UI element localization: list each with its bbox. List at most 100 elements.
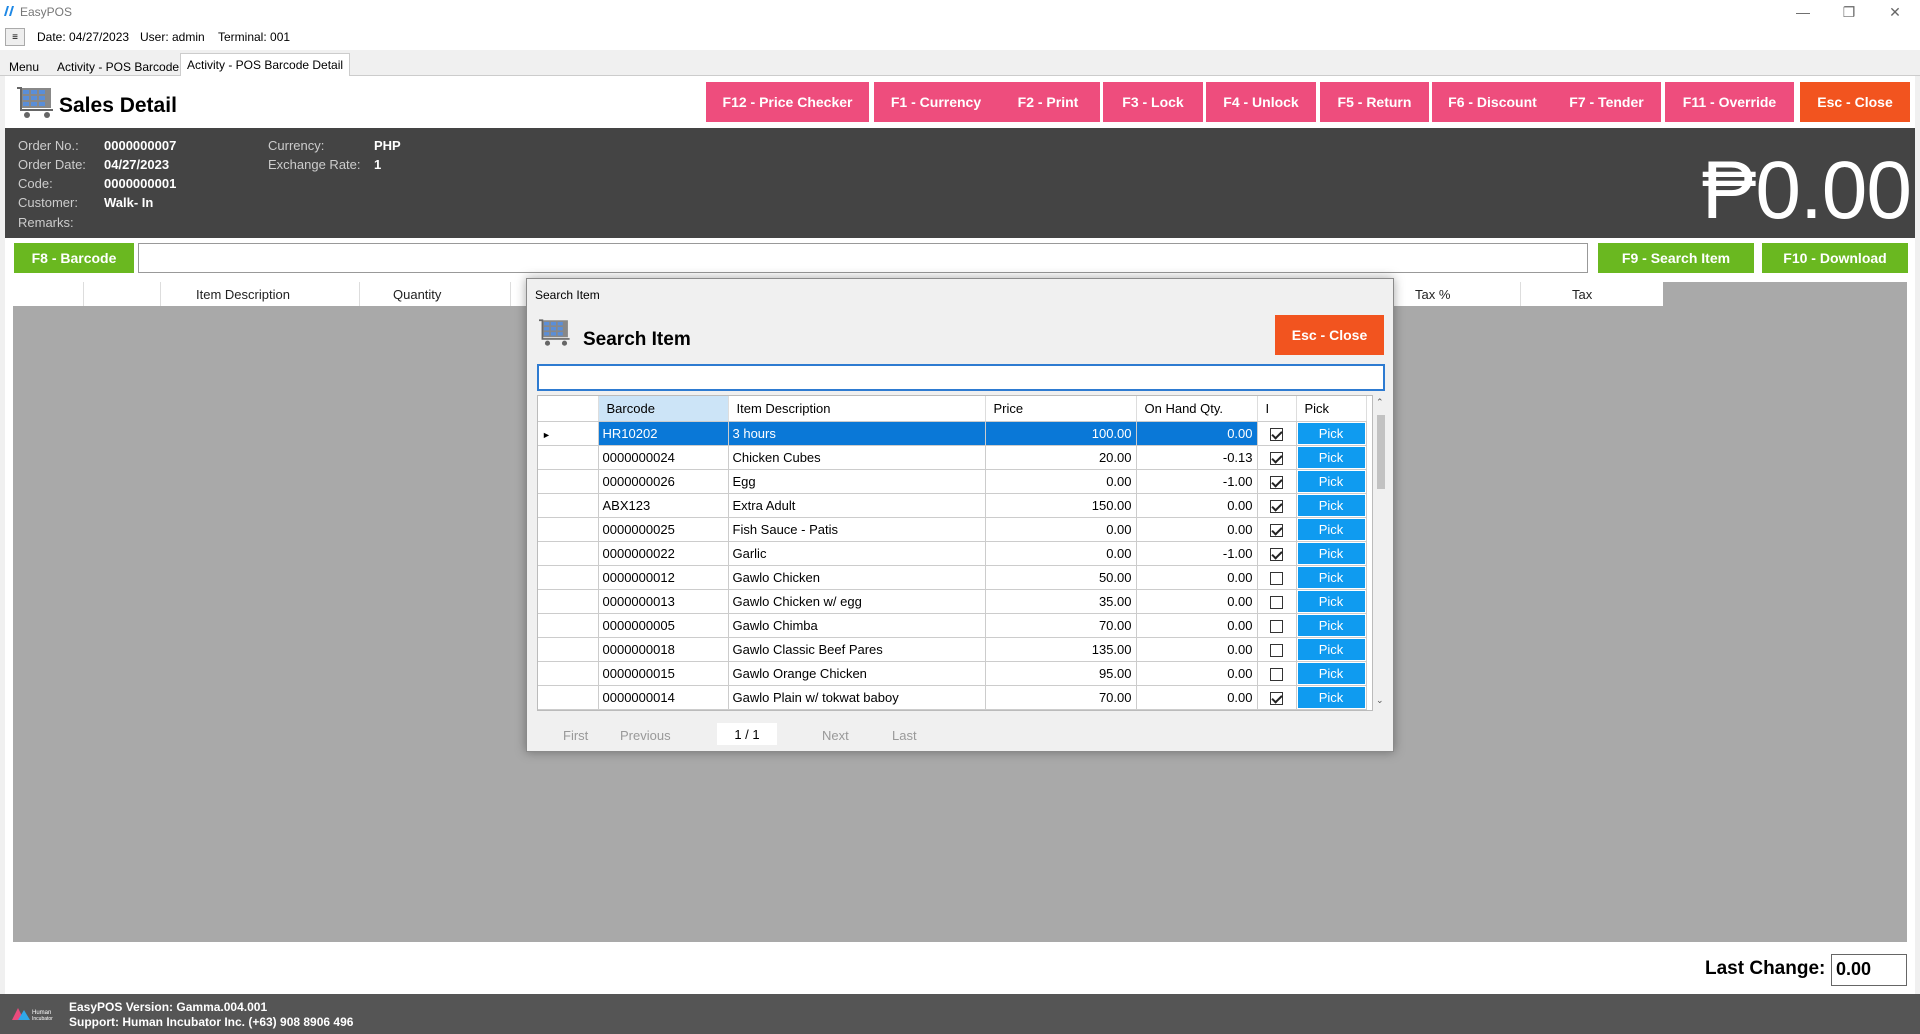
barcode-button[interactable]: F8 - Barcode bbox=[14, 243, 134, 273]
price-checker-button[interactable]: F12 - Price Checker bbox=[706, 82, 869, 122]
inventory-cell[interactable] bbox=[1257, 661, 1297, 686]
row-selector[interactable] bbox=[538, 565, 599, 590]
table-row[interactable]: 0000000018 Gawlo Classic Beef Pares 135.00… bbox=[538, 637, 1367, 662]
table-scrollbar[interactable]: ⌃ ⌄ bbox=[1375, 395, 1387, 711]
tender-button[interactable]: F7 - Tender bbox=[1552, 82, 1661, 122]
search-results-table[interactable]: Barcode Item Description Price On Hand Q… bbox=[537, 395, 1373, 711]
price-cell[interactable]: 0.00 bbox=[985, 517, 1137, 542]
row-selector[interactable] bbox=[538, 517, 599, 542]
row-selector[interactable] bbox=[538, 613, 599, 638]
pick-button[interactable]: Pick bbox=[1297, 686, 1365, 708]
row-selector[interactable] bbox=[538, 445, 599, 470]
inventory-checkbox[interactable] bbox=[1270, 595, 1283, 609]
description-cell[interactable]: Chicken Cubes bbox=[728, 445, 986, 470]
pick-button[interactable]: Pick bbox=[1297, 662, 1365, 684]
description-cell[interactable]: Gawlo Chicken w/ egg bbox=[728, 589, 986, 614]
col-barcode[interactable]: Barcode bbox=[598, 396, 729, 422]
qty-cell[interactable]: 0.00 bbox=[1136, 613, 1258, 638]
qty-cell[interactable]: 0.00 bbox=[1136, 565, 1258, 590]
pick-cell[interactable]: Pick bbox=[1296, 637, 1367, 662]
pick-button[interactable]: Pick bbox=[1297, 494, 1365, 516]
pager-previous[interactable]: Previous bbox=[620, 728, 671, 743]
barcode-input[interactable] bbox=[138, 243, 1588, 273]
table-row[interactable]: 0000000012 Gawlo Chicken 50.00 0.00 Pick bbox=[538, 565, 1367, 590]
barcode-cell[interactable]: 0000000018 bbox=[598, 637, 729, 662]
inventory-checkbox[interactable] bbox=[1270, 691, 1283, 705]
barcode-cell[interactable]: 0000000014 bbox=[598, 685, 729, 710]
price-cell[interactable]: 70.00 bbox=[985, 685, 1137, 710]
close-button[interactable]: Esc - Close bbox=[1800, 82, 1910, 122]
table-row[interactable]: 0000000014 Gawlo Plain w/ tokwat baboy 70.… bbox=[538, 685, 1367, 710]
tab-pos-barcode[interactable]: Activity - POS Barcode bbox=[50, 55, 186, 76]
pick-button[interactable]: Pick bbox=[1297, 542, 1365, 564]
table-row[interactable]: 0000000024 Chicken Cubes 20.00 -0.13 Pick bbox=[538, 445, 1367, 470]
inventory-checkbox[interactable] bbox=[1270, 427, 1283, 441]
col-on-hand-qty[interactable]: On Hand Qty. bbox=[1136, 396, 1258, 422]
pick-button[interactable]: Pick bbox=[1297, 422, 1365, 444]
inventory-cell[interactable] bbox=[1257, 541, 1297, 566]
barcode-cell[interactable]: 0000000024 bbox=[598, 445, 729, 470]
close-window-button[interactable]: ✕ bbox=[1872, 0, 1918, 24]
inventory-cell[interactable] bbox=[1257, 709, 1297, 710]
row-selector[interactable] bbox=[538, 493, 599, 518]
inventory-checkbox[interactable] bbox=[1270, 643, 1283, 657]
qty-cell[interactable]: -1.00 bbox=[1136, 541, 1258, 566]
table-row[interactable]: 0000000015 Gawlo Orange Chicken 95.00 0.00 P… bbox=[538, 661, 1367, 686]
row-selector[interactable] bbox=[538, 709, 599, 710]
qty-cell[interactable]: 0.00 bbox=[1136, 517, 1258, 542]
pick-button[interactable]: Pick bbox=[1297, 470, 1365, 492]
price-cell[interactable]: 95.00 bbox=[985, 661, 1137, 686]
scroll-thumb[interactable] bbox=[1377, 415, 1385, 489]
price-cell[interactable]: 50.00 bbox=[985, 565, 1137, 590]
price-cell[interactable]: 135.00 bbox=[985, 637, 1137, 662]
table-row[interactable]: 0000000013 Gawlo Chicken w/ egg 35.00 0.00 P… bbox=[538, 589, 1367, 614]
inventory-cell[interactable] bbox=[1257, 421, 1297, 446]
price-cell[interactable]: 70.00 bbox=[985, 613, 1137, 638]
inventory-checkbox[interactable] bbox=[1270, 499, 1283, 513]
price-cell[interactable]: 35.00 bbox=[985, 589, 1137, 614]
description-cell[interactable]: Gawlo Pork BBQ bbox=[728, 709, 986, 710]
search-item-button[interactable]: F9 - Search Item bbox=[1598, 243, 1754, 273]
barcode-cell[interactable]: ABX123 bbox=[598, 493, 729, 518]
qty-cell[interactable]: 0.00 bbox=[1136, 493, 1258, 518]
description-cell[interactable]: Gawlo Orange Chicken bbox=[728, 661, 986, 686]
barcode-cell[interactable]: 0000000012 bbox=[598, 565, 729, 590]
description-cell[interactable]: Gawlo Chicken bbox=[728, 565, 986, 590]
inventory-cell[interactable] bbox=[1257, 685, 1297, 710]
barcode-cell[interactable]: 0000000013 bbox=[598, 589, 729, 614]
override-button[interactable]: F11 - Override bbox=[1665, 82, 1794, 122]
inventory-checkbox[interactable] bbox=[1270, 451, 1283, 465]
qty-cell[interactable]: 0.00 bbox=[1136, 421, 1258, 446]
inventory-cell[interactable] bbox=[1257, 517, 1297, 542]
download-button[interactable]: F10 - Download bbox=[1762, 243, 1908, 273]
pick-cell[interactable]: Pick bbox=[1296, 469, 1367, 494]
inventory-checkbox[interactable] bbox=[1270, 667, 1283, 681]
price-cell[interactable]: 0.00 bbox=[985, 541, 1137, 566]
pick-cell[interactable]: Pick bbox=[1296, 589, 1367, 614]
pick-button[interactable]: Pick bbox=[1297, 614, 1365, 636]
pick-cell[interactable]: Pick bbox=[1296, 493, 1367, 518]
qty-cell[interactable]: -1.00 bbox=[1136, 469, 1258, 494]
col-item-description[interactable]: Item Description bbox=[728, 396, 986, 422]
pick-button[interactable]: Pick bbox=[1297, 590, 1365, 612]
row-selector[interactable] bbox=[538, 589, 599, 614]
pick-button[interactable]: Pick bbox=[1297, 446, 1365, 468]
barcode-cell[interactable]: 0000000026 bbox=[598, 469, 729, 494]
price-cell[interactable]: 150.00 bbox=[985, 493, 1137, 518]
inventory-cell[interactable] bbox=[1257, 469, 1297, 494]
inventory-checkbox[interactable] bbox=[1270, 619, 1283, 633]
inventory-checkbox[interactable] bbox=[1270, 475, 1283, 489]
pick-cell[interactable]: Pick bbox=[1296, 421, 1367, 446]
price-cell[interactable]: 100.00 bbox=[985, 421, 1137, 446]
barcode-cell[interactable]: 0000000022 bbox=[598, 541, 729, 566]
barcode-cell[interactable]: 0000000016 bbox=[598, 709, 729, 710]
table-row[interactable]: 0000000016Gawlo Pork BBQ80.000.00 Pick bbox=[538, 709, 1367, 710]
pager-first[interactable]: First bbox=[563, 728, 588, 743]
description-cell[interactable]: Extra Adult bbox=[728, 493, 986, 518]
inventory-checkbox[interactable] bbox=[1270, 571, 1283, 585]
table-row[interactable]: 0000000025 Fish Sauce - Patis 0.00 0.00 Pick bbox=[538, 517, 1367, 542]
qty-cell[interactable]: 0.00 bbox=[1136, 709, 1258, 710]
pick-button[interactable]: Pick bbox=[1297, 566, 1365, 588]
qty-cell[interactable]: -0.13 bbox=[1136, 445, 1258, 470]
print-button[interactable]: F2 - Print bbox=[996, 82, 1100, 122]
